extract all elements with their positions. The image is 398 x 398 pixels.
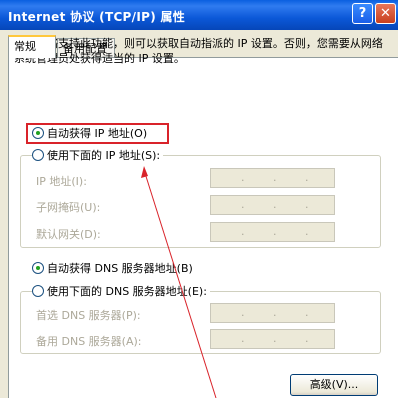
- annotation-highlight-box: [26, 123, 169, 144]
- ip-address-field[interactable]: . . .: [210, 168, 335, 188]
- description-text: 如果网络支持此功能，则可以获取自动指派的 IP 设置。否则，您需要从网络系统管理…: [14, 37, 383, 65]
- window-title: Internet 协议 (TCP/IP) 属性: [8, 10, 186, 24]
- auto-dns-label: 自动获得 DNS 服务器地址(B): [47, 262, 193, 275]
- preferred-dns-field[interactable]: . . .: [210, 303, 335, 323]
- title-bar: Internet 协议 (TCP/IP) 属性 ? ✕: [0, 0, 398, 30]
- manual-ip-label: 使用下面的 IP 地址(S):: [47, 149, 161, 162]
- advanced-button[interactable]: 高级(V)...: [290, 374, 378, 396]
- manual-ip-radio-row[interactable]: 使用下面的 IP 地址(S):: [32, 149, 164, 163]
- default-gateway-field[interactable]: . . .: [210, 222, 335, 242]
- ip-address-label: IP 地址(I):: [36, 175, 87, 188]
- subnet-mask-field[interactable]: . . .: [210, 195, 335, 215]
- auto-dns-radio[interactable]: [32, 262, 44, 274]
- manual-dns-radio-row[interactable]: 使用下面的 DNS 服务器地址(E):: [32, 285, 210, 299]
- tab-general[interactable]: 常规: [8, 35, 56, 58]
- manual-dns-radio[interactable]: [32, 285, 44, 297]
- manual-dns-label: 使用下面的 DNS 服务器地址(E):: [47, 285, 207, 298]
- manual-ip-radio[interactable]: [32, 149, 44, 161]
- help-button[interactable]: ?: [352, 3, 373, 24]
- auto-dns-radio-row[interactable]: 自动获得 DNS 服务器地址(B): [32, 262, 193, 276]
- close-button[interactable]: ✕: [375, 3, 396, 24]
- subnet-mask-label: 子网掩码(U):: [36, 201, 101, 214]
- preferred-dns-label: 首选 DNS 服务器(P):: [36, 309, 141, 322]
- alternate-dns-field[interactable]: . . .: [210, 329, 335, 349]
- default-gateway-label: 默认网关(D):: [36, 228, 101, 241]
- alternate-dns-label: 备用 DNS 服务器(A):: [36, 335, 142, 348]
